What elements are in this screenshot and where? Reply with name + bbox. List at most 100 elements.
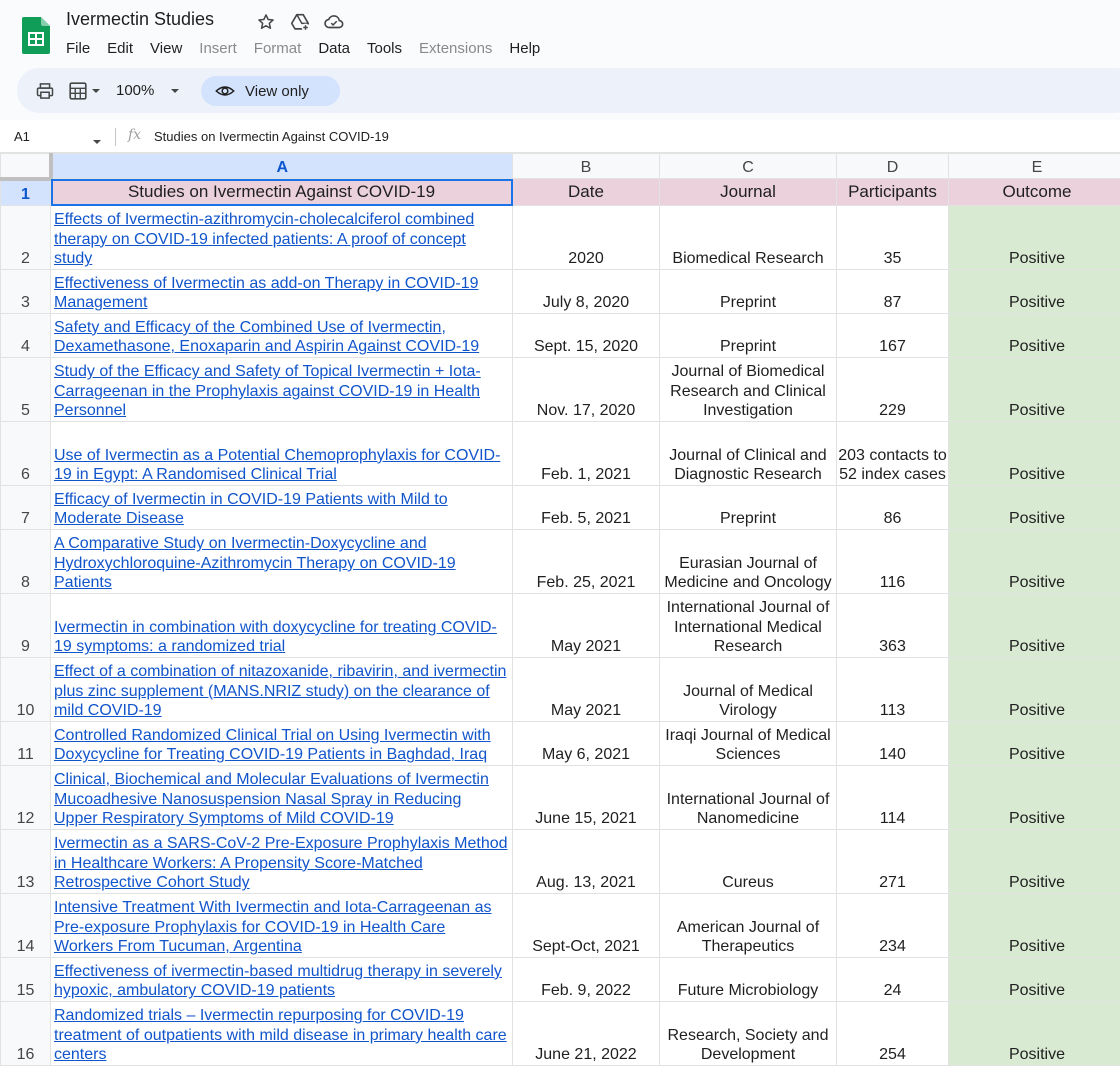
study-title-cell[interactable]: Ivermectin as a SARS-CoV-2 Pre-Exposure … bbox=[50, 829, 513, 894]
cloud-status-icon[interactable] bbox=[322, 10, 346, 34]
column-header-e[interactable]: E bbox=[948, 153, 1120, 179]
journal-cell[interactable]: Journal of Biomedical Research and Clini… bbox=[659, 357, 837, 422]
participants-cell[interactable]: 254 bbox=[836, 1001, 949, 1066]
outcome-cell[interactable]: Positive bbox=[948, 205, 1120, 270]
date-cell[interactable]: July 8, 2020 bbox=[512, 269, 660, 314]
participants-cell[interactable]: 234 bbox=[836, 893, 949, 958]
journal-cell[interactable]: International Journal of International M… bbox=[659, 593, 837, 658]
outcome-cell[interactable]: Positive bbox=[948, 529, 1120, 594]
outcome-cell[interactable]: Positive bbox=[948, 593, 1120, 658]
study-title-cell[interactable]: Randomized trials – Ivermectin repurposi… bbox=[50, 1001, 513, 1066]
row-header[interactable]: 9 bbox=[0, 593, 51, 658]
participants-cell[interactable]: 229 bbox=[836, 357, 949, 422]
outcome-cell[interactable]: Positive bbox=[948, 721, 1120, 766]
column-header-d[interactable]: D bbox=[836, 153, 949, 179]
participants-cell[interactable]: 114 bbox=[836, 765, 949, 830]
study-link[interactable]: Effectiveness of Ivermectin as add-on Th… bbox=[52, 274, 512, 313]
study-title-cell[interactable]: Intensive Treatment With Ivermectin and … bbox=[50, 893, 513, 958]
row-header[interactable]: 10 bbox=[0, 657, 51, 722]
study-link[interactable]: Effects of Ivermectin-azithromycin-chole… bbox=[52, 210, 512, 268]
date-cell[interactable]: Aug. 13, 2021 bbox=[512, 829, 660, 894]
header-cell-date[interactable]: Date bbox=[512, 178, 660, 206]
row-header[interactable]: 3 bbox=[0, 269, 51, 314]
header-cell-journal[interactable]: Journal bbox=[659, 178, 837, 206]
participants-cell[interactable]: 140 bbox=[836, 721, 949, 766]
study-link[interactable]: Effectiveness of ivermectin-based multid… bbox=[52, 962, 512, 1001]
row-header[interactable]: 6 bbox=[0, 421, 51, 486]
view-only-button[interactable]: View only bbox=[201, 76, 340, 106]
outcome-cell[interactable]: Positive bbox=[948, 313, 1120, 358]
study-link[interactable]: Intensive Treatment With Ivermectin and … bbox=[52, 898, 512, 956]
participants-cell[interactable]: 271 bbox=[836, 829, 949, 894]
date-cell[interactable]: June 21, 2022 bbox=[512, 1001, 660, 1066]
study-link[interactable]: Controlled Randomized Clinical Trial on … bbox=[52, 726, 512, 765]
outcome-cell[interactable]: Positive bbox=[948, 357, 1120, 422]
date-cell[interactable]: Sept-Oct, 2021 bbox=[512, 893, 660, 958]
menu-help[interactable]: Help bbox=[501, 38, 549, 59]
row-header[interactable]: 12 bbox=[0, 765, 51, 830]
row-header[interactable]: 5 bbox=[0, 357, 51, 422]
study-link[interactable]: Ivermectin as a SARS-CoV-2 Pre-Exposure … bbox=[52, 834, 512, 892]
journal-cell[interactable]: Journal of Clinical and Diagnostic Resea… bbox=[659, 421, 837, 486]
row-header[interactable]: 4 bbox=[0, 313, 51, 358]
star-icon[interactable] bbox=[254, 10, 278, 34]
participants-cell[interactable]: 87 bbox=[836, 269, 949, 314]
study-title-cell[interactable]: Effect of a combination of nitazoxanide,… bbox=[50, 657, 513, 722]
participants-cell[interactable]: 363 bbox=[836, 593, 949, 658]
outcome-cell[interactable]: Positive bbox=[948, 1001, 1120, 1066]
journal-cell[interactable]: Preprint bbox=[659, 269, 837, 314]
journal-cell[interactable]: Eurasian Journal of Medicine and Oncolog… bbox=[659, 529, 837, 594]
participants-cell[interactable]: 203 contacts to 52 index cases bbox=[836, 421, 949, 486]
date-cell[interactable]: Feb. 5, 2021 bbox=[512, 485, 660, 530]
header-cell-participants[interactable]: Participants bbox=[836, 178, 949, 206]
study-title-cell[interactable]: Use of Ivermectin as a Potential Chemopr… bbox=[50, 421, 513, 486]
outcome-cell[interactable]: Positive bbox=[948, 421, 1120, 486]
row-header[interactable]: 1 bbox=[0, 178, 51, 206]
study-title-cell[interactable]: Safety and Efficacy of the Combined Use … bbox=[50, 313, 513, 358]
journal-cell[interactable]: Future Microbiology bbox=[659, 957, 837, 1002]
outcome-cell[interactable]: Positive bbox=[948, 957, 1120, 1002]
row-header[interactable]: 14 bbox=[0, 893, 51, 958]
document-title[interactable]: Ivermectin Studies bbox=[66, 9, 214, 30]
study-title-cell[interactable]: Efficacy of Ivermectin in COVID-19 Patie… bbox=[50, 485, 513, 530]
study-title-cell[interactable]: A Comparative Study on Ivermectin-Doxycy… bbox=[50, 529, 513, 594]
outcome-cell[interactable]: Positive bbox=[948, 829, 1120, 894]
outcome-cell[interactable]: Positive bbox=[948, 269, 1120, 314]
menu-tools[interactable]: Tools bbox=[359, 38, 411, 59]
row-header[interactable]: 8 bbox=[0, 529, 51, 594]
study-link[interactable]: Clinical, Biochemical and Molecular Eval… bbox=[52, 770, 512, 828]
date-cell[interactable]: Feb. 9, 2022 bbox=[512, 957, 660, 1002]
study-link[interactable]: Study of the Efficacy and Safety of Topi… bbox=[52, 362, 512, 420]
study-title-cell[interactable]: Ivermectin in combination with doxycycli… bbox=[50, 593, 513, 658]
journal-cell[interactable]: Cureus bbox=[659, 829, 837, 894]
participants-cell[interactable]: 167 bbox=[836, 313, 949, 358]
row-header[interactable]: 2 bbox=[0, 205, 51, 270]
menu-view[interactable]: View bbox=[142, 38, 191, 59]
study-title-cell[interactable]: Effectiveness of Ivermectin as add-on Th… bbox=[50, 269, 513, 314]
row-header[interactable]: 16 bbox=[0, 1001, 51, 1066]
move-to-drive-icon[interactable] bbox=[288, 10, 312, 34]
participants-cell[interactable]: 24 bbox=[836, 957, 949, 1002]
study-link[interactable]: Ivermectin in combination with doxycycli… bbox=[52, 618, 512, 657]
zoom-dropdown-chevron-icon[interactable] bbox=[167, 79, 183, 103]
date-cell[interactable]: June 15, 2021 bbox=[512, 765, 660, 830]
study-link[interactable]: Efficacy of Ivermectin in COVID-19 Patie… bbox=[52, 490, 512, 529]
journal-cell[interactable]: American Journal of Therapeutics bbox=[659, 893, 837, 958]
outcome-cell[interactable]: Positive bbox=[948, 485, 1120, 530]
zoom-level[interactable]: 100% bbox=[116, 82, 154, 99]
date-cell[interactable]: Feb. 1, 2021 bbox=[512, 421, 660, 486]
outcome-cell[interactable]: Positive bbox=[948, 657, 1120, 722]
name-box[interactable]: A1 bbox=[14, 129, 30, 144]
row-header[interactable]: 11 bbox=[0, 721, 51, 766]
header-cell-study[interactable]: Studies on Ivermectin Against COVID-19 bbox=[50, 178, 513, 206]
column-header-b[interactable]: B bbox=[512, 153, 660, 179]
select-all-corner[interactable] bbox=[0, 153, 53, 181]
study-title-cell[interactable]: Effects of Ivermectin-azithromycin-chole… bbox=[50, 205, 513, 270]
journal-cell[interactable]: International Journal of Nanomedicine bbox=[659, 765, 837, 830]
study-link[interactable]: Randomized trials – Ivermectin repurposi… bbox=[52, 1006, 512, 1064]
study-title-cell[interactable]: Controlled Randomized Clinical Trial on … bbox=[50, 721, 513, 766]
date-cell[interactable]: May 2021 bbox=[512, 657, 660, 722]
column-header-c[interactable]: C bbox=[659, 153, 837, 179]
date-cell[interactable]: May 6, 2021 bbox=[512, 721, 660, 766]
study-title-cell[interactable]: Study of the Efficacy and Safety of Topi… bbox=[50, 357, 513, 422]
